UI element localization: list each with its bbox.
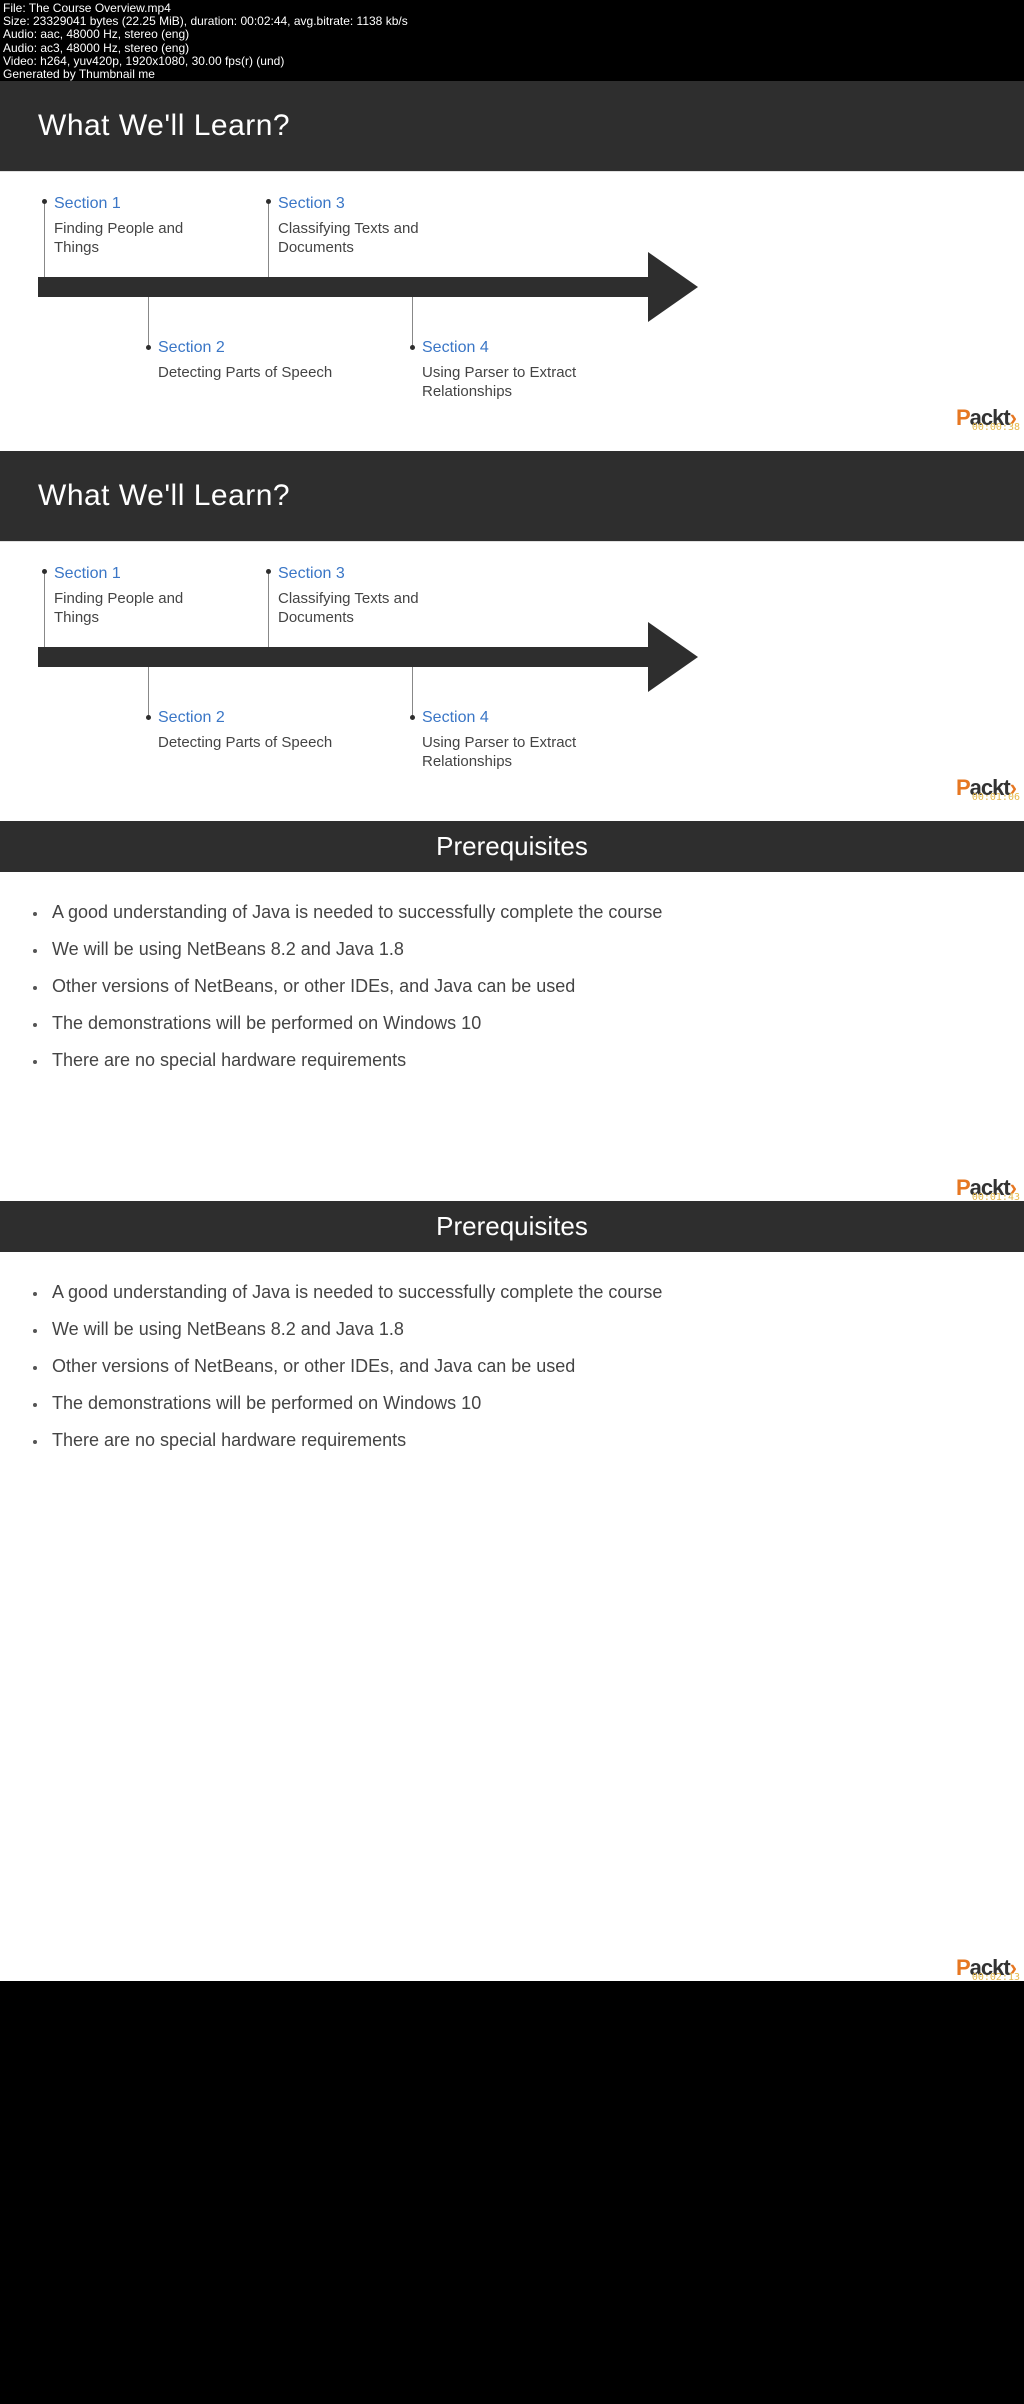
section-2-desc: Detecting Parts of Speech [158, 733, 358, 753]
section-2-title: Section 2 [158, 708, 358, 729]
section-3-desc: Classifying Texts and Documents [278, 219, 428, 258]
connector-dot [42, 199, 47, 204]
prereq-item: We will be using NetBeans 8.2 and Java 1… [48, 1319, 1000, 1340]
meta-audio2: Audio: ac3, 48000 Hz, stereo (eng) [3, 42, 1021, 55]
timeline-bar [38, 277, 648, 297]
meta-video: Video: h264, yuv420p, 1920x1080, 30.00 f… [3, 55, 1021, 68]
logo-p: P [956, 1955, 970, 1980]
logo-p: P [956, 405, 970, 430]
connector-line [412, 297, 413, 347]
thumbnail-timestamp: 00:00:38 [972, 422, 1020, 433]
prereq-item: A good understanding of Java is needed t… [48, 902, 1000, 923]
slide-title: Prerequisites [0, 821, 1024, 872]
prereq-item: We will be using NetBeans 8.2 and Java 1… [48, 939, 1000, 960]
section-2-title: Section 2 [158, 338, 358, 359]
meta-audio1: Audio: aac, 48000 Hz, stereo (eng) [3, 28, 1021, 41]
connector-dot [146, 715, 151, 720]
connector-dot [266, 199, 271, 204]
slide-prereq-2: Prerequisites A good understanding of Ja… [0, 1201, 1024, 1981]
timeline-diagram: Section 1 Finding People and Things Sect… [0, 171, 1024, 431]
connector-line [148, 297, 149, 347]
logo-p: P [956, 1175, 970, 1200]
slide-title: Prerequisites [0, 1201, 1024, 1252]
connector-line [412, 667, 413, 717]
timeline-arrowhead [648, 622, 698, 692]
section-1-title: Section 1 [54, 564, 204, 585]
section-3-block: Section 3 Classifying Texts and Document… [278, 194, 428, 258]
section-4-desc: Using Parser to Extract Relationships [422, 733, 602, 772]
section-2-block: Section 2 Detecting Parts of Speech [158, 708, 358, 752]
logo-p: P [956, 775, 970, 800]
slide-title: What We'll Learn? [0, 81, 1024, 171]
slide-prereq-1: Prerequisites A good understanding of Ja… [0, 821, 1024, 1201]
prereq-item: There are no special hardware requiremen… [48, 1430, 1000, 1451]
connector-dot [146, 345, 151, 350]
prereq-item: Other versions of NetBeans, or other IDE… [48, 976, 1000, 997]
section-4-title: Section 4 [422, 708, 602, 729]
connector-dot [410, 345, 415, 350]
thumbnail-timestamp: 00:01:06 [972, 792, 1020, 803]
prereq-item: There are no special hardware requiremen… [48, 1050, 1000, 1071]
section-4-block: Section 4 Using Parser to Extract Relati… [422, 338, 602, 402]
section-3-desc: Classifying Texts and Documents [278, 589, 428, 628]
section-1-desc: Finding People and Things [54, 219, 204, 258]
slide-title: What We'll Learn? [0, 451, 1024, 541]
meta-generated: Generated by Thumbnail me [3, 68, 1021, 81]
prereq-list: A good understanding of Java is needed t… [0, 872, 1024, 1071]
connector-dot [410, 715, 415, 720]
prereq-item: Other versions of NetBeans, or other IDE… [48, 1356, 1000, 1377]
section-4-block: Section 4 Using Parser to Extract Relati… [422, 708, 602, 772]
timeline-arrowhead [648, 252, 698, 322]
video-metadata: File: The Course Overview.mp4 Size: 2332… [0, 0, 1024, 81]
slide-learn-2: What We'll Learn? Section 1 Finding Peop… [0, 451, 1024, 821]
connector-dot [266, 569, 271, 574]
section-4-desc: Using Parser to Extract Relationships [422, 363, 602, 402]
connector-dot [42, 569, 47, 574]
section-2-desc: Detecting Parts of Speech [158, 363, 358, 383]
section-3-title: Section 3 [278, 194, 428, 215]
slide-learn-1: What We'll Learn? Section 1 Finding Peop… [0, 81, 1024, 451]
connector-line [148, 667, 149, 717]
timeline-bar [38, 647, 648, 667]
section-1-title: Section 1 [54, 194, 204, 215]
connector-line [268, 572, 269, 647]
thumbnail-timestamp: 00:02:13 [972, 1972, 1020, 1983]
section-1-block: Section 1 Finding People and Things [54, 564, 204, 628]
section-4-title: Section 4 [422, 338, 602, 359]
section-3-title: Section 3 [278, 564, 428, 585]
section-1-block: Section 1 Finding People and Things [54, 194, 204, 258]
prereq-item: A good understanding of Java is needed t… [48, 1282, 1000, 1303]
prereq-list: A good understanding of Java is needed t… [0, 1252, 1024, 1451]
prereq-item: The demonstrations will be performed on … [48, 1013, 1000, 1034]
timeline-diagram: Section 1 Finding People and Things Sect… [0, 541, 1024, 801]
prereq-item: The demonstrations will be performed on … [48, 1393, 1000, 1414]
section-3-block: Section 3 Classifying Texts and Document… [278, 564, 428, 628]
connector-line [44, 572, 45, 647]
connector-line [44, 202, 45, 277]
section-2-block: Section 2 Detecting Parts of Speech [158, 338, 358, 382]
section-1-desc: Finding People and Things [54, 589, 204, 628]
connector-line [268, 202, 269, 277]
